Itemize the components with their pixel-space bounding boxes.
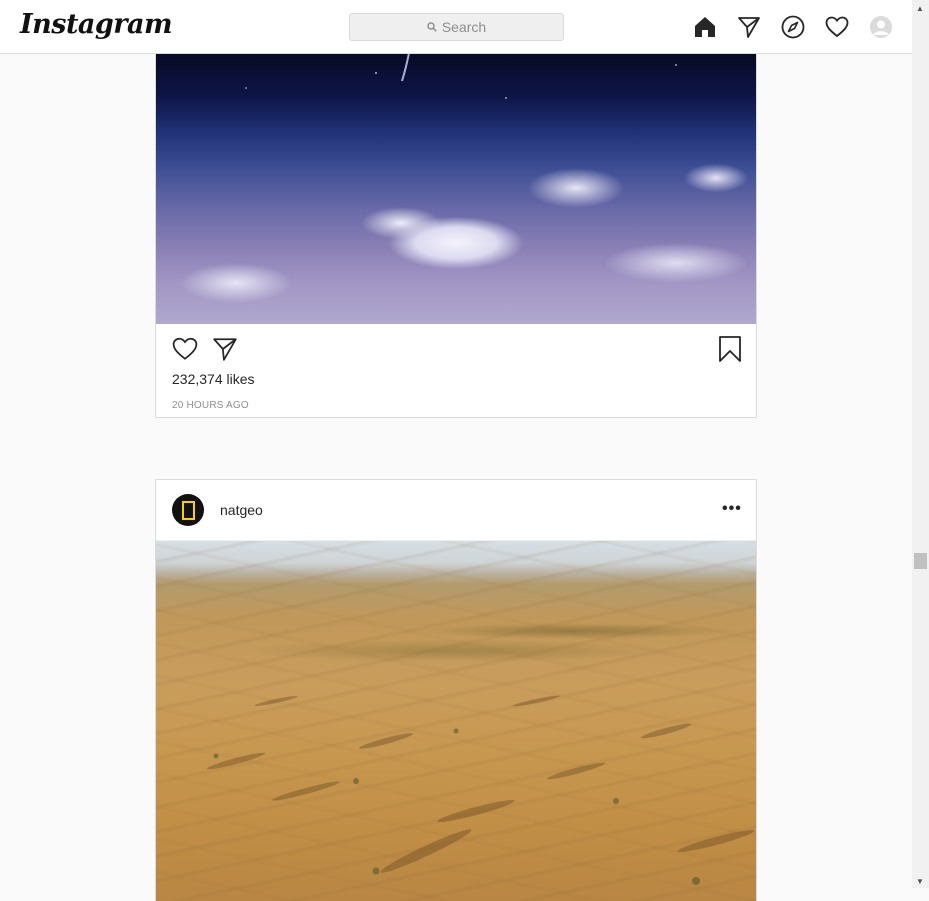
bookmark-icon[interactable] — [718, 336, 742, 367]
home-icon[interactable] — [692, 14, 718, 40]
like-heart-icon[interactable] — [172, 336, 198, 367]
scroll-up-arrow-icon[interactable]: ▲ — [916, 4, 924, 13]
explore-icon[interactable] — [780, 14, 806, 40]
more-options-icon[interactable]: ••• — [722, 500, 742, 518]
post-image-desert[interactable] — [156, 541, 756, 901]
activity-heart-icon[interactable] — [824, 14, 850, 40]
post-username[interactable]: natgeo — [220, 502, 263, 518]
natgeo-avatar[interactable] — [172, 494, 204, 526]
feed-post: 232,374 likes 20 HOURS AGO — [155, 53, 757, 418]
search-placeholder: Search — [441, 19, 487, 35]
natgeo-logo-icon — [181, 500, 195, 520]
instagram-logo[interactable]: Instagram — [20, 9, 173, 40]
post-image-sky-clouds[interactable] — [156, 53, 756, 324]
share-icon[interactable] — [212, 336, 238, 367]
search-input[interactable]: Search — [349, 13, 564, 41]
profile-avatar[interactable] — [868, 14, 894, 40]
feed-post: natgeo ••• — [155, 479, 757, 901]
search-icon — [427, 22, 437, 32]
likes-count[interactable]: 232,374 likes — [172, 371, 255, 387]
scroll-down-arrow-icon[interactable]: ▼ — [916, 877, 924, 886]
top-nav-bar: Instagram Search — [0, 0, 912, 54]
direct-icon[interactable] — [736, 14, 762, 40]
avatar — [870, 16, 892, 38]
page-scrollbar[interactable]: ▲ ▼ — [912, 0, 929, 888]
post-timestamp[interactable]: 20 HOURS AGO — [172, 400, 249, 411]
scrollbar-thumb[interactable] — [914, 553, 927, 569]
post-header: natgeo ••• — [156, 480, 756, 541]
meteor-streak — [245, 53, 677, 99]
desert-shadows — [207, 695, 755, 885]
